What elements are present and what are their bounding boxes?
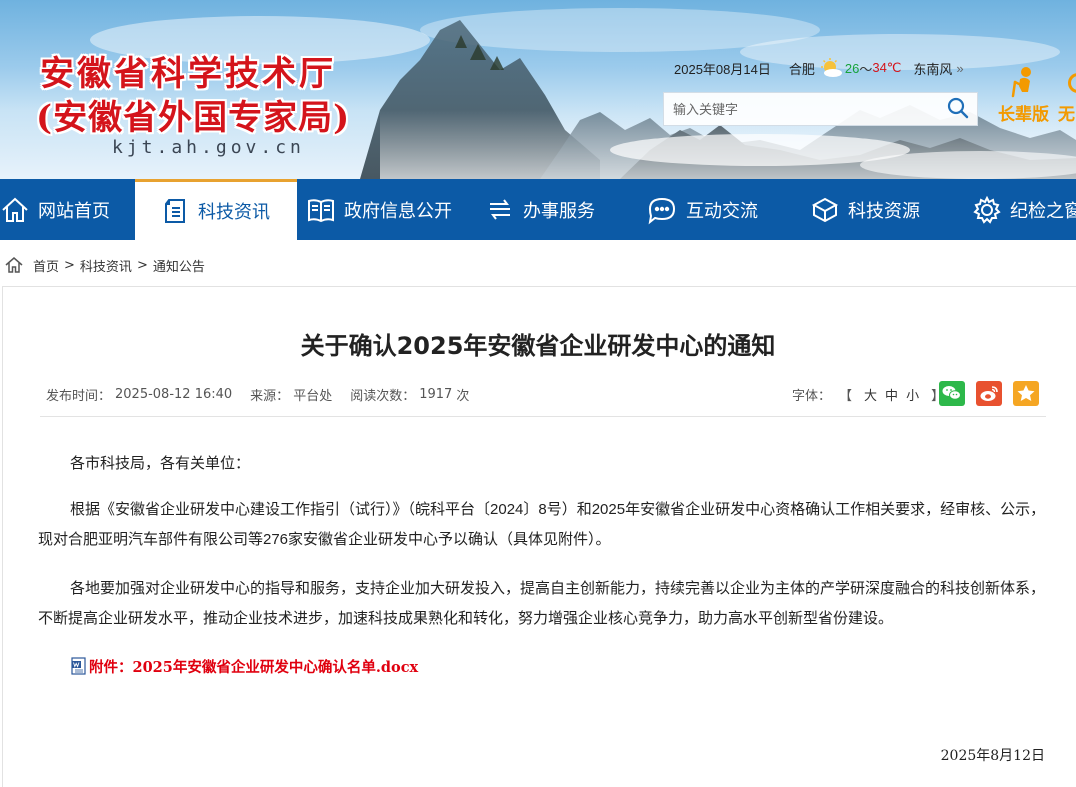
temp-range-separator: ～: [859, 61, 873, 77]
favorite-icon: [1017, 385, 1035, 401]
share-wechat-button[interactable]: [939, 381, 965, 406]
nav-item-home[interactable]: 网站首页: [0, 179, 110, 240]
font-size-switcher: 字体： 【 大 中 小 】: [792, 384, 952, 404]
views-unit: 次: [456, 388, 470, 404]
search-input[interactable]: [664, 93, 934, 125]
accessibility-link[interactable]: 无: [1058, 100, 1075, 125]
weather-more-link[interactable]: »: [956, 61, 963, 76]
nav-item-label: 科技资源: [848, 200, 920, 222]
source-label: 来源：: [250, 388, 290, 404]
publish-time: 2025-08-12 16:40: [115, 386, 233, 402]
nav-item-label: 网站首页: [38, 200, 110, 222]
article-meta: 发布时间： 2025-08-12 16:40 来源： 平台处 阅读次数： 191…: [46, 384, 473, 404]
article-title: 关于确认2025年安徽省企业研发中心的通知: [300, 332, 776, 360]
font-size-medium[interactable]: 中: [885, 385, 898, 404]
temp-high: 34℃: [872, 60, 902, 75]
wind-direction: 东南风: [913, 61, 953, 77]
meta-divider: [40, 416, 1046, 417]
site-title: 安徽省科学技术厅: [40, 54, 336, 94]
search-icon: [947, 97, 969, 119]
document-icon: [165, 199, 185, 223]
attachment-link[interactable]: 附件：2025年安徽省企业研发中心确认名单.docx: [71, 655, 418, 677]
nav-item-label: 办事服务: [523, 200, 595, 222]
service-icon: [490, 198, 510, 220]
book-icon: [308, 198, 334, 222]
nav-item-label: 纪检之窗: [1010, 200, 1076, 222]
elder-person-icon: [1011, 67, 1031, 98]
home-icon: [5, 257, 23, 273]
elder-mode-label: 长辈版: [998, 105, 1049, 125]
publish-time-label: 发布时间：: [46, 388, 112, 404]
cube-icon: [811, 197, 839, 222]
nav-item-label: 科技资讯: [198, 202, 270, 223]
chat-icon: [648, 197, 676, 224]
nav-item-gov-info[interactable]: 政府信息公开: [306, 179, 452, 240]
font-size-large[interactable]: 大: [864, 385, 877, 404]
current-date: 2025年08月14日: [674, 61, 771, 77]
wechat-icon: [942, 386, 961, 400]
favorite-button[interactable]: [1013, 381, 1039, 406]
gear-icon: [973, 195, 1001, 224]
attachment-label: 附件：2025年安徽省企业研发中心确认名单.docx: [89, 658, 419, 676]
breadcrumb-notices[interactable]: 通知公告: [153, 256, 205, 275]
nav-item-tech-news[interactable]: 科技资讯: [135, 179, 297, 240]
signature-date: 2025年8月12日: [940, 748, 1045, 764]
temp-low: 26: [844, 60, 860, 76]
home-icon: [2, 197, 28, 222]
nav-item-label: 互动交流: [686, 200, 758, 222]
main-nav: 网站首页 科技资讯 政府信息公开 办事服务 互动交流 科技资源 纪检之窗: [0, 179, 1076, 240]
nav-item-services[interactable]: 办事服务: [485, 179, 595, 240]
sunny-cloud-icon: [820, 58, 842, 77]
nav-item-discipline[interactable]: 纪检之窗: [972, 179, 1076, 240]
breadcrumb-separator: >: [136, 257, 148, 273]
weibo-icon: [980, 386, 998, 401]
nav-item-label: 政府信息公开: [344, 200, 452, 222]
word-file-icon: [71, 657, 86, 675]
nav-item-tech-resources[interactable]: 科技资源: [810, 179, 920, 240]
elder-mode-link[interactable]: 长辈版: [996, 66, 1056, 126]
search-box: [663, 92, 978, 126]
header-banner: 安徽省科学技术厅 (安徽省外国专家局) kjt.ah.gov.cn 2025年0…: [0, 0, 1076, 179]
font-size-label: 字体：: [792, 388, 832, 404]
nav-item-interaction[interactable]: 互动交流: [646, 179, 758, 240]
article-paragraph-1: 根据《安徽省企业研发中心建设工作指引（试行）》（皖科平台〔2024〕8号）和20…: [38, 501, 1046, 548]
views-count: 1917: [419, 386, 453, 402]
breadcrumb-home[interactable]: 首页: [33, 256, 59, 275]
breadcrumb-separator: >: [64, 257, 75, 273]
weather-city: 合肥: [788, 61, 815, 77]
weather-widget: 2025年08月14日 合肥 26 ～ 34℃ 东南风 »: [674, 58, 964, 78]
views-label: 阅读次数：: [350, 388, 416, 404]
breadcrumb: 首页 > 科技资讯 > 通知公告: [4, 255, 205, 275]
search-button[interactable]: [945, 97, 971, 121]
article-salutation: 各市科技局，各有关单位：: [70, 455, 251, 472]
site-domain: kjt.ah.gov.cn: [112, 137, 305, 158]
breadcrumb-tech-news[interactable]: 科技资讯: [80, 256, 132, 275]
share-weibo-button[interactable]: [976, 381, 1002, 406]
source-value: 平台处: [293, 388, 333, 404]
site-subtitle: (安徽省外国专家局): [36, 98, 351, 138]
font-size-small[interactable]: 小: [906, 385, 919, 404]
font-size-bracket-open: 【: [839, 388, 853, 404]
article-paragraph-2: 各地要加强对企业研发中心的指导和服务，支持企业加大研发投入，提高自主创新能力，持…: [38, 580, 1046, 627]
